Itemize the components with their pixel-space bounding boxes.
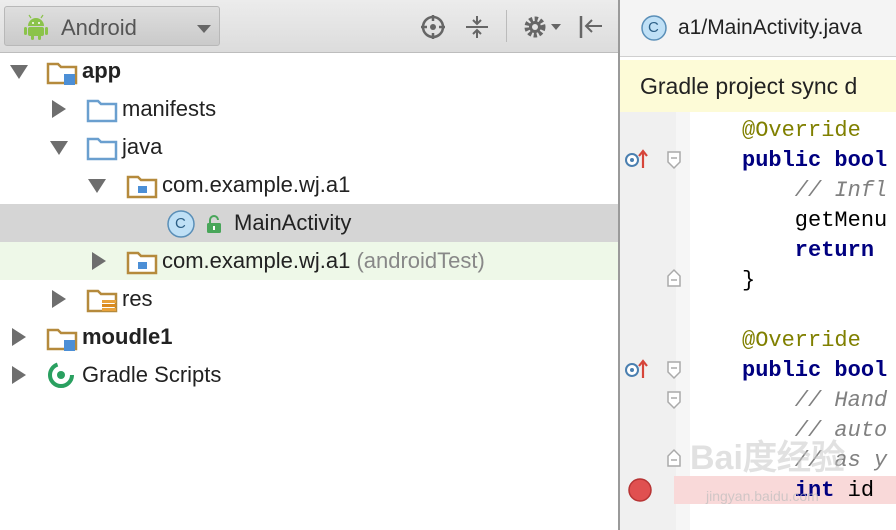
code-line: }	[742, 268, 756, 293]
project-toolbar: Android	[0, 0, 618, 53]
code-line: // Hand	[742, 388, 888, 413]
collapse-arrow-icon[interactable]	[52, 100, 66, 118]
tab-title: a1/MainActivity.java	[678, 16, 863, 39]
collapse-arrow-icon[interactable]	[52, 290, 66, 308]
code-line: public bool	[742, 358, 888, 383]
fold-marker-icon[interactable]	[666, 390, 682, 410]
tree-row-package-androidtest[interactable]: com.example.wj.a1 (androidTest)	[0, 242, 618, 280]
code-line: @Override	[742, 328, 861, 353]
package-icon	[126, 175, 158, 199]
gradle-icon	[48, 362, 74, 388]
tree-row-java[interactable]: java	[0, 128, 618, 166]
watermark-url: jingyan.baidu.com	[706, 488, 819, 504]
collapse-arrow-icon[interactable]	[12, 366, 26, 384]
collapse-arrow-icon[interactable]	[12, 328, 26, 346]
fold-marker-icon[interactable]	[666, 360, 682, 380]
view-mode-dropdown[interactable]: Android	[4, 6, 220, 46]
tree-label-qualifier: (androidTest)	[356, 248, 485, 273]
fold-marker-icon[interactable]	[666, 268, 682, 288]
code-line: // Infl	[742, 178, 888, 203]
gear-icon[interactable]	[522, 14, 548, 40]
tree-label: com.example.wj.a1	[162, 172, 351, 197]
override-marker-icon[interactable]	[624, 356, 650, 382]
collapse-all-icon[interactable]	[464, 14, 490, 40]
folder-icon	[86, 99, 118, 123]
hide-panel-icon[interactable]	[578, 14, 604, 40]
package-icon	[126, 251, 158, 275]
android-icon	[24, 14, 48, 40]
watermark-logo: Bai度经验	[690, 439, 845, 477]
code-line: getMenu	[742, 208, 888, 233]
chevron-down-icon	[197, 25, 211, 33]
collapse-arrow-icon[interactable]	[92, 252, 106, 270]
tree-row-moudle1[interactable]: moudle1	[0, 318, 618, 356]
override-marker-icon[interactable]	[624, 146, 650, 172]
tree-row-manifests[interactable]: manifests	[0, 90, 618, 128]
tree-label: app	[82, 58, 122, 83]
expand-arrow-icon[interactable]	[10, 65, 28, 79]
tree-label: manifests	[122, 96, 217, 121]
fold-marker-icon[interactable]	[666, 448, 682, 468]
tree-label: moudle1	[82, 324, 173, 349]
tab-badge-letter: C	[648, 19, 659, 36]
project-panel: Android app manifests java com.example.w…	[0, 0, 618, 530]
expand-arrow-icon[interactable]	[88, 179, 106, 193]
resource-folder-icon	[86, 289, 118, 313]
module-folder-icon	[46, 62, 78, 85]
tree-row-gradle-scripts[interactable]: Gradle Scripts	[0, 356, 618, 394]
tree-label: com.example.wj.a1 (androidTest)	[162, 248, 485, 273]
tree-row-app[interactable]: app	[0, 52, 618, 90]
editor-tab[interactable]: C a1/MainActivity.java	[620, 0, 896, 56]
tree-label: MainActivity	[234, 210, 352, 235]
lock-icon	[207, 215, 221, 233]
breakpoint-icon[interactable]	[626, 476, 654, 504]
scroll-from-source-icon[interactable]	[420, 14, 446, 40]
tree-row-res[interactable]: res	[0, 280, 618, 318]
code-token: id	[834, 478, 875, 503]
tree-row-mainactivity[interactable]: C MainActivity	[0, 204, 618, 242]
expand-arrow-icon[interactable]	[50, 141, 68, 155]
toolbar-separator	[506, 10, 507, 42]
chevron-down-icon[interactable]	[550, 22, 562, 32]
module-folder-icon	[46, 328, 78, 351]
gradle-sync-banner: Gradle project sync d	[620, 60, 896, 113]
tree-row-package[interactable]: com.example.wj.a1	[0, 166, 618, 204]
banner-text: Gradle project sync d	[640, 73, 858, 99]
tree-label: java	[122, 134, 163, 159]
view-mode-label: Android	[61, 15, 137, 40]
tree-label: Gradle Scripts	[82, 362, 222, 387]
code-line: return	[742, 238, 875, 263]
class-badge-letter: C	[175, 215, 186, 232]
tree-label: res	[122, 286, 153, 311]
code-line: @Override	[742, 118, 861, 143]
code-line: public bool	[742, 148, 888, 173]
folder-icon	[86, 137, 118, 161]
editor-tabbar: C a1/MainActivity.java	[620, 0, 896, 57]
fold-marker-icon[interactable]	[666, 150, 682, 170]
